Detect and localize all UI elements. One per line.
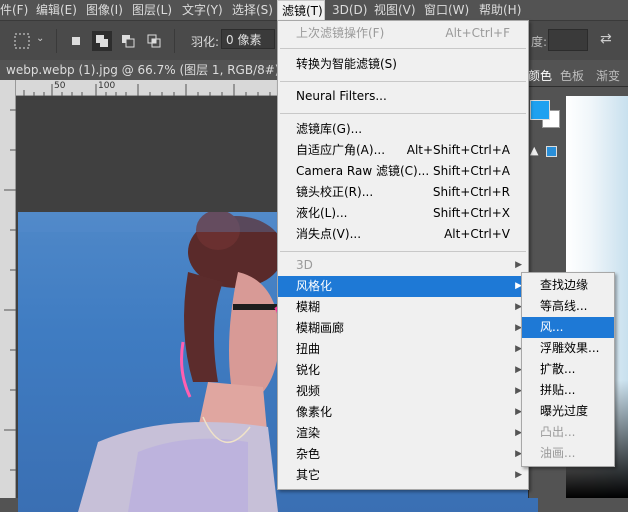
stylize-submenu: 查找边缘 等高线... 风... 浮雕效果... 扩散... 拼贴... 曝光过… [521,272,615,467]
menu-filter[interactable]: 滤镜(T) [277,0,325,20]
swap-icon[interactable]: ⇄ [600,31,612,47]
submenu-item-wind[interactable]: 风... [522,317,614,338]
submenu-item-oil-paint[interactable]: 油画... [522,443,614,464]
new-selection-icon[interactable] [68,33,84,49]
menu-item-noise[interactable]: 杂色 ▶ [278,444,528,465]
menu-select[interactable]: 选择(S) [228,0,277,20]
intersect-selection-icon[interactable] [146,33,162,49]
gamut-warning-icon[interactable]: ▲ [530,144,538,157]
menu-item-sharpen[interactable]: 锐化 ▶ [278,360,528,381]
subtract-selection-icon[interactable] [120,33,136,49]
menu-item-last-filter[interactable]: 上次滤镜操作(F) Alt+Ctrl+F [278,23,528,44]
menu-type[interactable]: 文字(Y) [178,0,227,20]
menu-item-blur[interactable]: 模糊 ▶ [278,297,528,318]
submenu-item-diffuse[interactable]: 扩散... [522,359,614,380]
menu-item-blur-gallery[interactable]: 模糊画廊 ▶ [278,318,528,339]
menu-item-distort[interactable]: 扭曲 ▶ [278,339,528,360]
menu-view[interactable]: 视图(V) [370,0,420,20]
menu-item-neural-filters[interactable]: Neural Filters... [278,86,528,107]
menu-item-filter-gallery[interactable]: 滤镜库(G)... [278,119,528,140]
menu-item-vanishing-point[interactable]: 消失点(V)... Alt+Ctrl+V [278,224,528,245]
menu-file[interactable]: 件(F) [0,0,32,20]
menu-item-stylize[interactable]: 风格化 ▶ [278,276,528,297]
menu-item-convert-smart-filters[interactable]: 转换为智能滤镜(S) [278,54,528,75]
add-selection-icon[interactable] [92,31,112,51]
ruler-ticks [4,109,16,471]
submenu-item-emboss[interactable]: 浮雕效果... [522,338,614,359]
submenu-item-extrude[interactable]: 凸出... [522,422,614,443]
density-label: 度: [531,35,548,49]
menu-item-camera-raw[interactable]: Camera Raw 滤镜(C)... Shift+Ctrl+A [278,161,528,182]
submenu-item-contour[interactable]: 等高线... [522,296,614,317]
tab-color[interactable]: 颜色 [528,66,552,86]
feather-input[interactable]: 0 像素 [221,29,275,49]
submenu-item-solarize[interactable]: 曝光过度 [522,401,614,422]
chevron-down-icon[interactable]: ⌄ [36,33,44,44]
menu-edit[interactable]: 编辑(E) [32,0,81,20]
feather-label: 羽化: [191,35,220,49]
menu-layer[interactable]: 图层(L) [128,0,176,20]
menu-image[interactable]: 图像(I) [82,0,127,20]
menu-3d[interactable]: 3D(D) [328,0,371,20]
menu-item-adaptive-wide-angle[interactable]: 自适应广角(A)... Alt+Shift+Ctrl+A [278,140,528,161]
menu-bar: 件(F) 编辑(E) 图像(I) 图层(L) 文字(Y) 选择(S) 滤镜(T)… [0,0,628,20]
marquee-tool-icon[interactable] [14,33,30,49]
web-color-swatch[interactable] [546,146,557,157]
filter-menu: 上次滤镜操作(F) Alt+Ctrl+F 转换为智能滤镜(S) Neural Fi… [277,20,529,490]
menu-item-other[interactable]: 其它 ▶ [278,465,528,486]
foreground-color-swatch[interactable] [530,100,550,120]
density-input[interactable] [548,29,588,51]
document-title: webp.webp (1).jpg @ 66.7% (图层 1, RGB/8#)… [6,63,290,77]
tab-swatches[interactable]: 色板 [560,66,584,86]
menu-item-render[interactable]: 渲染 ▶ [278,423,528,444]
tab-gradient[interactable]: 渐变 [596,66,620,86]
document-tab[interactable]: webp.webp (1).jpg @ 66.7% (图层 1, RGB/8#)… [0,60,316,80]
menu-item-pixelate[interactable]: 像素化 ▶ [278,402,528,423]
vertical-ruler [0,80,16,498]
menu-item-video[interactable]: 视频 ▶ [278,381,528,402]
menu-item-3d[interactable]: 3D ▶ [278,255,528,276]
submenu-arrow-icon: ▶ [515,470,522,480]
submenu-item-tiles[interactable]: 拼贴... [522,380,614,401]
menu-item-liquify[interactable]: 液化(L)... Shift+Ctrl+X [278,203,528,224]
menu-item-lens-correction[interactable]: 镜头校正(R)... Shift+Ctrl+R [278,182,528,203]
menu-help[interactable]: 帮助(H) [475,0,525,20]
submenu-item-find-edges[interactable]: 查找边缘 [522,275,614,296]
menu-window[interactable]: 窗口(W) [420,0,473,20]
